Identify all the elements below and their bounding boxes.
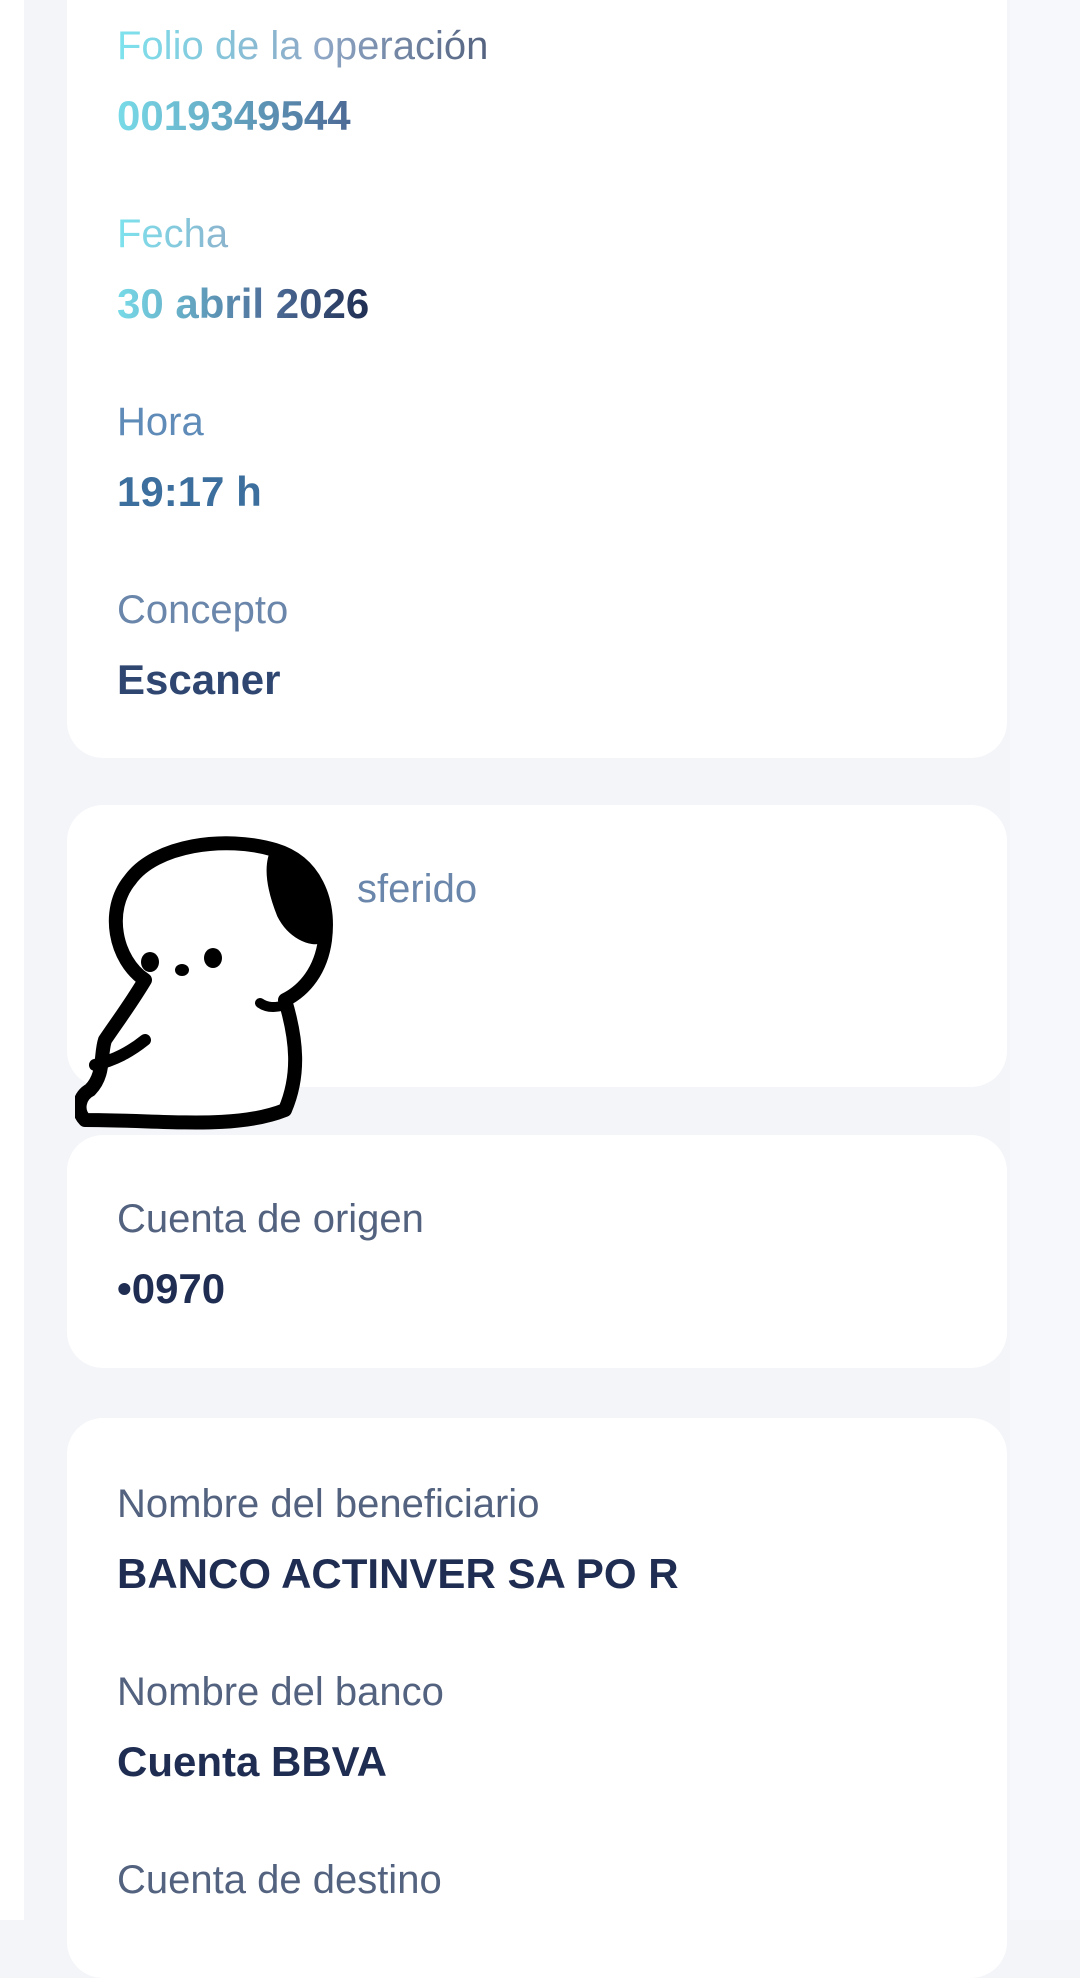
hora-field: Hora 19:17 h [117,398,262,518]
folio-field: Folio de la operación 0019349544 [117,22,488,142]
folio-label: Folio de la operación [117,24,489,68]
hora-value: 19:17 h [117,468,262,515]
origin-value: •0970 [117,1265,226,1312]
concepto-value: Escaner [117,656,281,703]
hora-label: Hora [117,400,204,444]
bank-name-field: Nombre del banco Cuenta BBVA [117,1668,444,1788]
left-edge [0,0,24,1920]
concepto-label: Concepto [117,588,289,632]
transfer-label: sferido [357,867,478,911]
bank-name-value: Cuenta BBVA [117,1738,387,1785]
destination-account-label: Cuenta de destino [117,1858,442,1902]
beneficiary-name-value: BANCO ACTINVER SA PO R [117,1550,679,1597]
fecha-label: Fecha [117,210,369,258]
origin-account-card: Cuenta de origen •0970 [67,1135,1007,1368]
bank-name-label: Nombre del banco [117,1670,444,1714]
origin-label: Cuenta de origen [117,1197,424,1241]
destination-account-field: Cuenta de destino [117,1856,442,1904]
beneficiary-name-label: Nombre del beneficiario [117,1482,540,1526]
fecha-field: Fecha 30 abril 2026 [117,210,369,330]
fecha-value: 30 abril 2026 [117,278,369,330]
concepto-field: Concepto Escaner [117,586,288,706]
transfer-field: sferido [357,865,477,913]
origin-field: Cuenta de origen •0970 [117,1195,424,1315]
right-edge [1010,0,1080,1920]
beneficiary-name-field: Nombre del beneficiario BANCO ACTINVER S… [117,1480,679,1600]
operation-details-card: Folio de la operación 0019349544 Fecha 3… [67,0,1007,758]
beneficiary-card: Nombre del beneficiario BANCO ACTINVER S… [67,1418,1007,1978]
folio-value: 0019349544 [117,90,488,142]
puppy-sticker-icon [75,836,333,1130]
